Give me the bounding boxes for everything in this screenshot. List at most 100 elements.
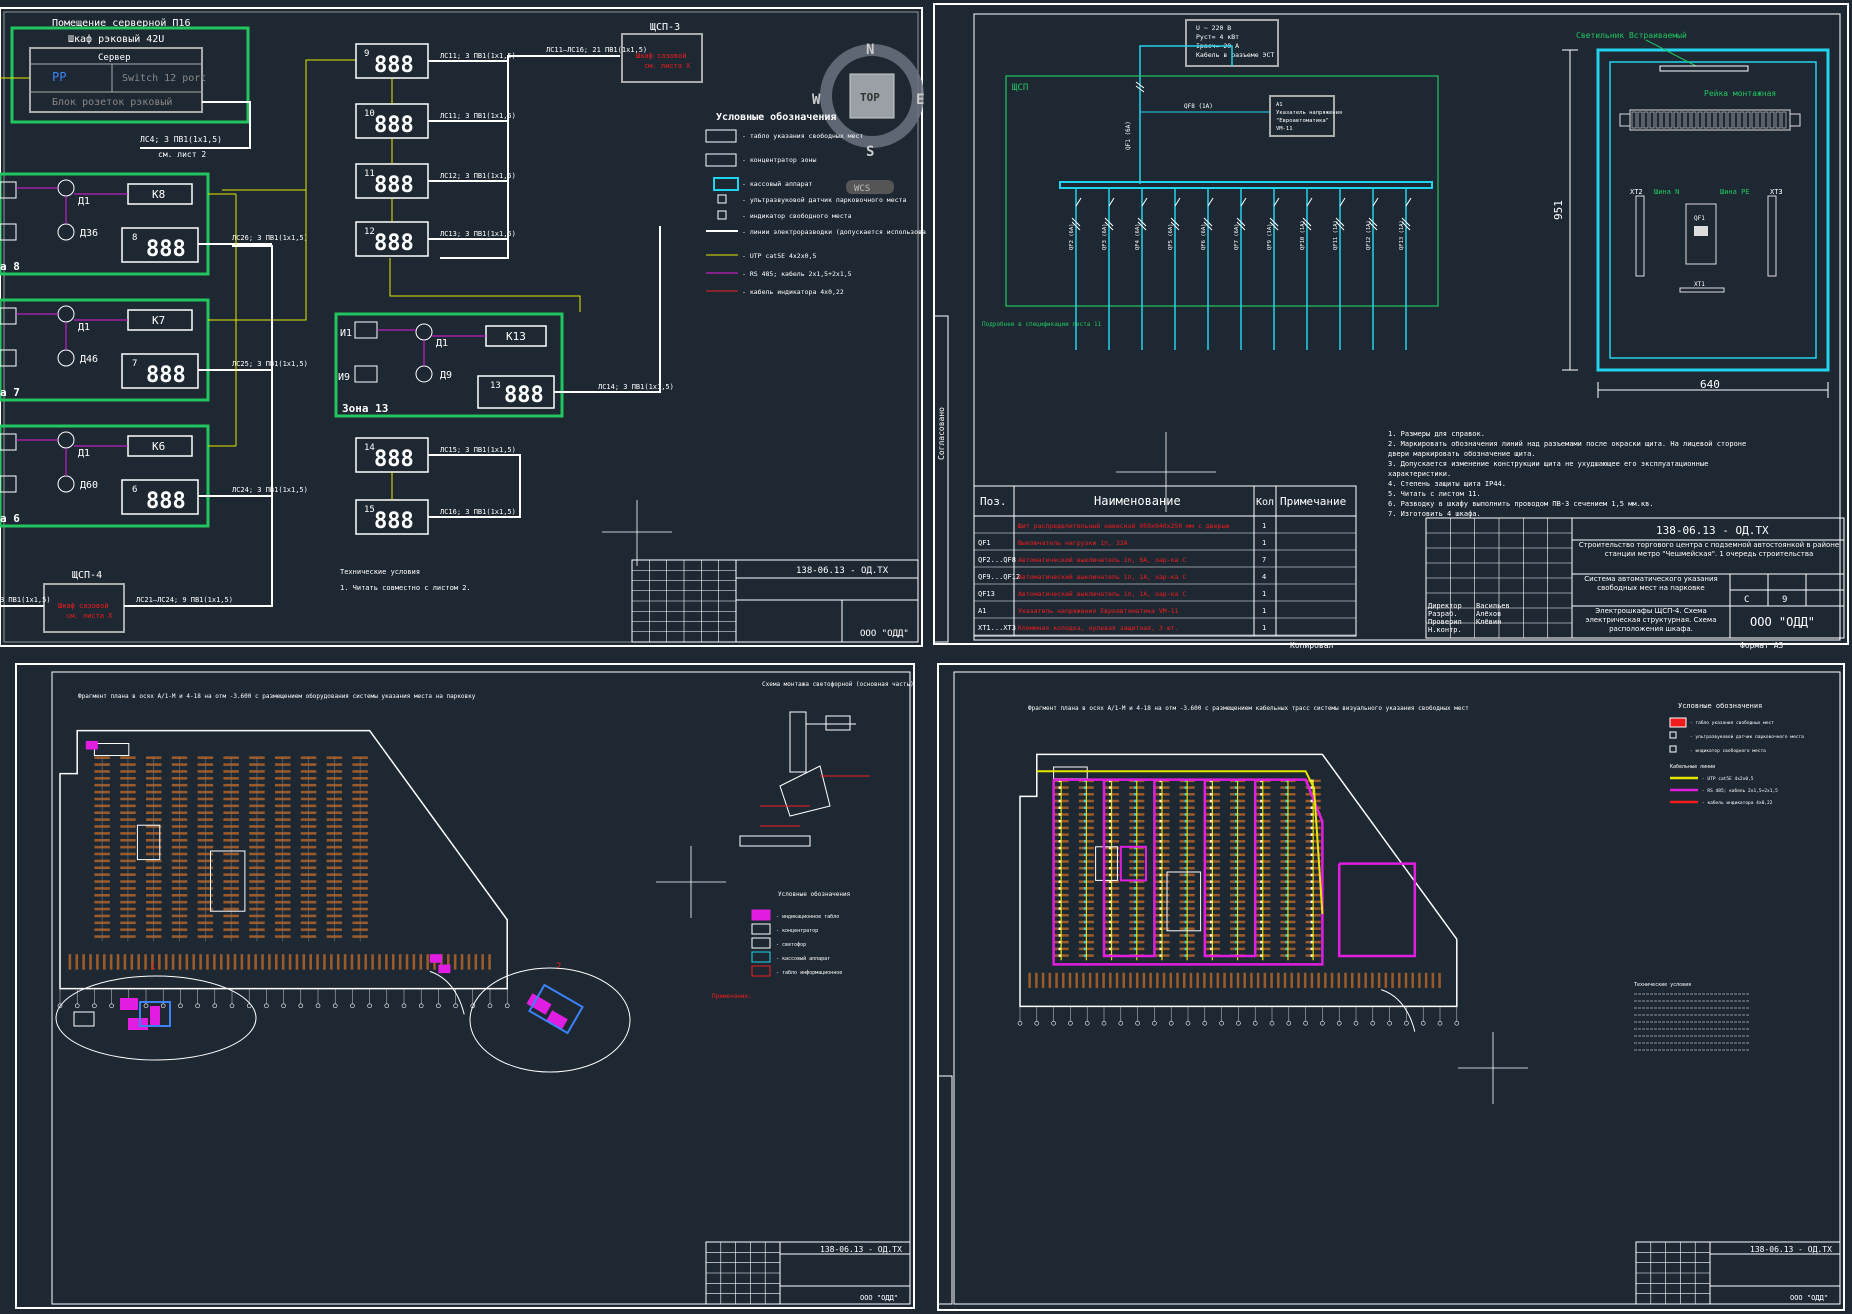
spec-name: Клеммная колодка, нулевая защитная, 3 шт…: [1018, 624, 1178, 632]
svg-text:Наименование: Наименование: [1094, 494, 1181, 508]
counter-line-label: ЛС12; 3 ПВ1(1х1,5): [440, 172, 516, 180]
svg-text:Указатель напряжения: Указатель напряжения: [1276, 110, 1342, 116]
zone-block-6: Д1 Д60 К6 6 888 а 6 ЛС24; 3 ПВ1(1х1,5): [0, 424, 308, 528]
shcp3-title: ЩСП-3: [650, 22, 680, 33]
svg-text:Д1: Д1: [436, 338, 448, 349]
svg-text:см. листа Х: см. листа Х: [66, 612, 113, 620]
svg-text:Фрагмент плана в осях А/1-М и: Фрагмент плана в осях А/1-М и 4-18 на от…: [1028, 705, 1469, 712]
legend-item: - линии электроразводки (допускается исп…: [742, 228, 926, 236]
detail-view-2: 2: [469, 962, 631, 1073]
svg-text:VM-11: VM-11: [1276, 126, 1293, 132]
breaker: QF9 (1А): [1267, 188, 1280, 350]
svg-text:888: 888: [146, 489, 186, 514]
switch-label: Switch 12 port: [122, 73, 206, 84]
specification-table: Поз. Наименование Кол Примечание Щит рас…: [973, 485, 1357, 637]
svg-text:ЛС24; 3 ПВ1(1х1,5): ЛС24; 3 ПВ1(1х1,5): [232, 486, 308, 494]
svg-text:Поз.: Поз.: [980, 495, 1007, 508]
lc4-sub: см. лист 2: [158, 150, 206, 159]
parking-floorplan-cables: [1017, 753, 1460, 1032]
svg-text:640: 640: [1700, 378, 1720, 391]
svg-text:888: 888: [504, 383, 544, 408]
legend-item: - ультразвуковой датчик парковочного мес…: [742, 196, 906, 204]
drawing-canvas-3: Фрагмент плана в осях А/1-М и 4-18 на от…: [15, 663, 915, 1309]
note-item: 3. Допускается изменение конструкции щит…: [1388, 460, 1708, 468]
svg-text:а 6: а 6: [0, 512, 20, 525]
svg-text:Согласовано: Согласовано: [937, 407, 946, 460]
svg-text:138-06.13 - ОД.ТХ: 138-06.13 - ОД.ТХ: [1656, 524, 1769, 537]
pp-label: PP: [52, 70, 66, 84]
svg-text:ЛС14; 3 ПВ1(1х1,5): ЛС14; 3 ПВ1(1х1,5): [598, 383, 674, 391]
svg-text:Технические условия: Технические условия: [340, 568, 420, 576]
svg-text:Подробнее в спецификации листа: Подробнее в спецификации листа 11: [982, 321, 1102, 328]
svg-text:Д1: Д1: [78, 448, 90, 459]
svg-text:ЛС26; 3 ПВ1(1х1,5): ЛС26; 3 ПВ1(1х1,5): [232, 234, 308, 242]
legend-list: - табло указания свободных мест - концент…: [705, 129, 926, 296]
spec-name: Автоматический выключатель 1п, 1А, хар-к…: [1018, 573, 1186, 581]
svg-text:QF4 (6А): QF4 (6А): [1135, 224, 1141, 251]
breaker: QF7 (6А): [1234, 188, 1247, 350]
breaker: QF5 (6А): [1168, 188, 1181, 350]
svg-text:Примечание:: Примечание:: [712, 993, 752, 1000]
svg-text:QF2 (6А): QF2 (6А): [1069, 224, 1075, 251]
svg-text:К6: К6: [152, 440, 165, 453]
rack-title: Шкаф рэковый 42U: [68, 33, 164, 45]
svg-text:QF1: QF1: [1694, 215, 1705, 222]
svg-text:а 7: а 7: [0, 386, 20, 399]
svg-text:Условные обозначения: Условные обозначения: [1678, 702, 1762, 710]
autocad-workspace: Помещение серверной П16 Шкаф рэковый 42U…: [0, 0, 1852, 1314]
svg-text:Д9: Д9: [440, 370, 452, 381]
svg-text:А1: А1: [1276, 102, 1283, 108]
spec-name: Щит распределительный навесной 950х640х2…: [1018, 522, 1229, 530]
svg-text:ЩСП: ЩСП: [1012, 83, 1028, 93]
svg-text:Д46: Д46: [80, 354, 98, 365]
svg-text:ООО "ОДД": ООО "ОДД": [1750, 615, 1815, 629]
viewport-floorplan-equipment[interactable]: Фрагмент плана в осях А/1-М и 4-18 на от…: [0, 656, 926, 1314]
svg-text:Кабельные линии: Кабельные линии: [1670, 763, 1715, 770]
svg-text:TOP: TOP: [860, 91, 880, 104]
counter-line-label: ЛС15; 3 ПВ1(1х1,5): [440, 446, 516, 454]
counter-display-14: 14 888 ЛС15; 3 ПВ1(1х1,5): [355, 437, 516, 473]
breaker-group: QF2 (6А) QF3 (6А) QF4 (6А) QF5 (6А) QF6 (6А)…: [1069, 188, 1412, 350]
svg-text:- RS 485; кабель 2х1,5+2х1,5: - RS 485; кабель 2х1,5+2х1,5: [1702, 787, 1778, 794]
viewport-floorplan-cables[interactable]: Фрагмент плана в осях А/1-М и 4-18 на от…: [930, 656, 1852, 1314]
notes-list: 1. Размеры для справок. 2. Маркировать об…: [1388, 430, 1746, 518]
spec-qty: 1: [1262, 522, 1266, 530]
note-item: 7. Изготовить 4 шкафа.: [1388, 510, 1481, 518]
svg-text:Разраб.: Разраб.: [1428, 610, 1458, 618]
svg-text:а 8: а 8: [0, 260, 20, 273]
viewport-panel-scheme[interactable]: Согласовано U ~ 220 В Руст= 4 кВт Iрасч= 2…: [930, 0, 1852, 650]
viewport-structural-scheme[interactable]: Помещение серверной П16 Шкаф рэковый 42U…: [0, 0, 926, 650]
breaker: QF11 (1А): [1333, 188, 1346, 350]
svg-text:К7: К7: [152, 314, 165, 327]
drawing-canvas-4: Фрагмент плана в осях А/1-М и 4-18 на от…: [937, 663, 1845, 1311]
spec-name: Указатель напряжения Евроавтоматика VM-1…: [1018, 607, 1179, 615]
svg-text:2: 2: [556, 962, 561, 972]
svg-text:ООО "ОДД": ООО "ОДД": [860, 1294, 898, 1302]
svg-text:QF1 (6А): QF1 (6А): [1125, 121, 1132, 150]
svg-text:138-06.13 - ОД.ТХ: 138-06.13 - ОД.ТХ: [1750, 1245, 1832, 1254]
title-block-3: 138-06.13 - ОД.ТХ ООО "ОДД": [705, 1241, 911, 1305]
svg-text:9: 9: [1782, 595, 1787, 605]
svg-text:1: 1: [150, 962, 155, 972]
breaker: QF12 (1А): [1366, 188, 1379, 350]
svg-text:ООО "ОДД": ООО "ОДД": [860, 629, 909, 639]
svg-text:Васильев: Васильев: [1476, 602, 1510, 610]
svg-text:7: 7: [132, 359, 137, 369]
spec-pos: QF1: [978, 539, 991, 547]
svg-text:XT2: XT2: [1630, 188, 1643, 196]
counter-display-15: 15 888 ЛС16; 3 ПВ1(1х1,5): [355, 499, 516, 535]
svg-text:Схема монтажа светофорной (осн: Схема монтажа светофорной (основная част…: [762, 681, 914, 688]
legend-item: - концентратор зоны: [742, 156, 816, 164]
svg-text:Алёхов: Алёхов: [1476, 610, 1501, 618]
counter-digits: 888: [374, 53, 414, 78]
svg-text:Светильник Встраиваемый: Светильник Встраиваемый: [1576, 31, 1687, 40]
svg-text:951: 951: [1552, 200, 1565, 220]
viewcube-compass[interactable]: TOP N S W E: [812, 42, 924, 160]
svg-text:QF10 (1А): QF10 (1А): [1300, 220, 1306, 250]
counter-display-11: 11 888 ЛС12; 3 ПВ1(1х1,5): [355, 163, 516, 199]
svg-text:QF3 (6А): QF3 (6А): [1102, 224, 1108, 251]
svg-text:888: 888: [146, 237, 186, 262]
svg-text:138-06.13 - ОД.ТХ: 138-06.13 - ОД.ТХ: [820, 1245, 902, 1254]
shcp4-title: ЩСП-4: [72, 570, 102, 581]
svg-text:Д1: Д1: [78, 196, 90, 207]
